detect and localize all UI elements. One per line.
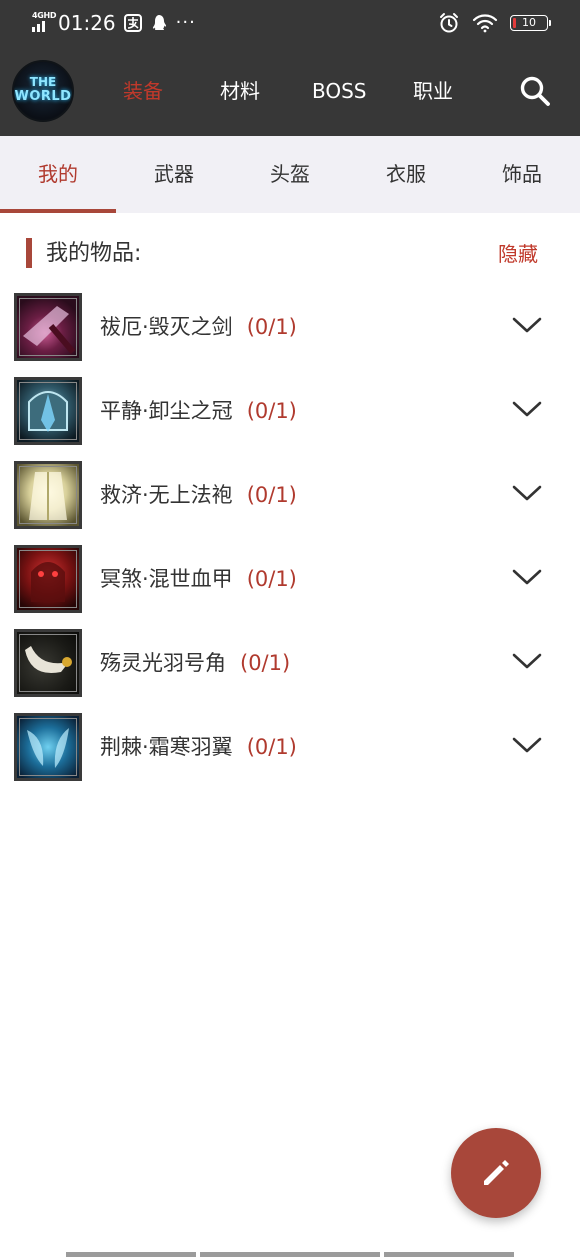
item-count: (0/1) [246, 399, 297, 423]
edit-pencil-icon [484, 1160, 509, 1185]
chevron-down-icon[interactable] [512, 313, 542, 337]
armor-icon [14, 545, 82, 613]
nav-class[interactable]: 职业 [413, 76, 453, 106]
chevron-down-icon[interactable] [512, 481, 542, 505]
item-title: 祓厄·毁灭之剑 (0/1) [100, 311, 297, 343]
list-item[interactable]: 冥煞·混世血甲 (0/1) [0, 545, 580, 629]
item-count: (0/1) [246, 483, 297, 507]
item-title: 殇灵光羽号角 (0/1) [100, 647, 290, 679]
app-logo[interactable]: THE WORLD [12, 60, 74, 122]
list-item[interactable]: 殇灵光羽号角 (0/1) [0, 629, 580, 713]
nav-equipment[interactable]: 装备 [123, 76, 163, 106]
wings-icon [14, 713, 82, 781]
hide-button[interactable]: 隐藏 [498, 238, 538, 270]
chevron-down-icon[interactable] [512, 565, 542, 589]
app-bar: THE WORLD 装备 材料 BOSS 职业 [0, 46, 580, 136]
list-item[interactable]: 荆棘·霜寒羽翼 (0/1) [0, 713, 580, 797]
tab-mine[interactable]: 我的 [0, 136, 116, 213]
battery-level: 10 [522, 16, 536, 29]
tab-accessories[interactable]: 饰品 [464, 136, 580, 213]
status-right: 10 [438, 10, 551, 36]
gesture-bar [384, 1252, 514, 1257]
alarm-icon [440, 13, 458, 33]
section-accent-bar [26, 238, 32, 268]
more-dots: ··· [175, 12, 196, 33]
item-name: 救济·无上法袍 [100, 483, 233, 507]
horn-icon [14, 629, 82, 697]
edit-button[interactable] [451, 1128, 541, 1218]
chevron-down-icon[interactable] [512, 649, 542, 673]
gesture-bar [200, 1252, 380, 1257]
item-count: (0/1) [246, 315, 297, 339]
item-count: (0/1) [246, 567, 297, 591]
list-item[interactable]: 祓厄·毁灭之剑 (0/1) [0, 293, 580, 377]
chevron-down-icon[interactable] [512, 733, 542, 757]
crown-icon [14, 377, 82, 445]
battery-icon: 10 [510, 15, 551, 31]
item-title: 救济·无上法袍 (0/1) [100, 479, 297, 511]
item-title: 平静·卸尘之冠 (0/1) [100, 395, 297, 427]
item-name: 荆棘·霜寒羽翼 [100, 735, 233, 759]
tab-weapons[interactable]: 武器 [116, 136, 232, 213]
signal-icon: 4GHD [32, 12, 57, 34]
alipay-icon [123, 14, 142, 32]
list-item[interactable]: 救济·无上法袍 (0/1) [0, 461, 580, 545]
logo-text-top: THE [29, 75, 57, 89]
logo-text-bottom: WORLD [14, 89, 72, 104]
item-name: 冥煞·混世血甲 [100, 567, 233, 591]
tab-clothing[interactable]: 衣服 [348, 136, 464, 213]
tab-helmets[interactable]: 头盔 [232, 136, 348, 213]
status-left: 4GHD 01:26 ··· [32, 10, 196, 36]
robe-icon [14, 461, 82, 529]
item-count: (0/1) [240, 651, 291, 675]
wifi-icon [472, 14, 498, 33]
gesture-bar [66, 1252, 196, 1257]
status-bar: 4GHD 01:26 ··· 10 [0, 0, 580, 46]
item-title: 荆棘·霜寒羽翼 (0/1) [100, 731, 297, 763]
item-count: (0/1) [246, 735, 297, 759]
qq-icon [152, 15, 166, 30]
nav-materials[interactable]: 材料 [220, 76, 260, 106]
section-title: 我的物品: [46, 241, 142, 266]
item-name: 祓厄·毁灭之剑 [100, 315, 233, 339]
sword-icon [14, 293, 82, 361]
category-tabs: 我的 武器 头盔 衣服 饰品 [0, 136, 580, 213]
network-type: 4GHD [32, 11, 57, 20]
search-icon[interactable] [518, 74, 552, 108]
item-title: 冥煞·混世血甲 (0/1) [100, 563, 297, 595]
status-time: 01:26 [58, 11, 116, 35]
item-name: 殇灵光羽号角 [100, 651, 226, 675]
tab-indicator [0, 209, 116, 213]
list-item[interactable]: 平静·卸尘之冠 (0/1) [0, 377, 580, 461]
item-name: 平静·卸尘之冠 [100, 399, 233, 423]
nav-boss[interactable]: BOSS [312, 76, 367, 106]
chevron-down-icon[interactable] [512, 397, 542, 421]
